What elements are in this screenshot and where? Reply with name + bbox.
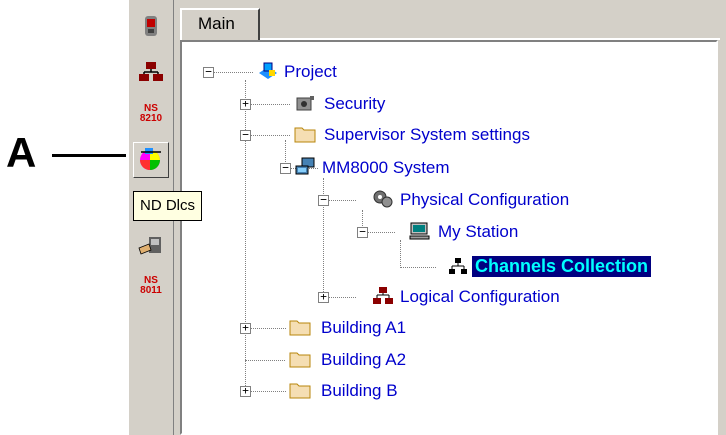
tree-node-physical[interactable]: Physical Configuration — [400, 188, 569, 212]
expander-mm8000[interactable]: − — [280, 162, 291, 174]
expander-project[interactable]: − — [203, 66, 214, 78]
toolbar-ns8210-button[interactable] — [133, 52, 169, 92]
tree-node-building-a2[interactable]: Building A2 — [321, 348, 406, 372]
tree-node-label: Security — [324, 94, 386, 113]
tree-line — [245, 360, 285, 361]
expander-my-station[interactable]: − — [357, 226, 368, 238]
network-icon — [373, 287, 393, 304]
tree-node-security[interactable]: Security — [324, 92, 385, 116]
security-icon — [296, 96, 314, 111]
toolbar-ns8210-label: NS 8210 — [139, 103, 163, 124]
toolbar-ns8011-label: NS 8011 — [140, 275, 162, 296]
folder-icon — [289, 320, 311, 336]
tree-node-label: My Station — [438, 222, 519, 241]
device-icon — [145, 16, 157, 36]
expander-logical[interactable]: + — [318, 291, 329, 303]
tree-line — [250, 135, 290, 136]
tree-node-mm8000[interactable]: MM8000 System — [322, 156, 450, 180]
tree-line — [367, 232, 395, 233]
tree-line — [328, 200, 356, 201]
tree-node-label: Building B — [321, 381, 398, 400]
tree-line — [250, 328, 286, 329]
toolbar-device-button[interactable] — [133, 8, 169, 44]
tree-node-label: MM8000 System — [322, 158, 450, 177]
hand-device-icon — [138, 237, 161, 255]
tree-line — [250, 391, 286, 392]
computer-network-icon — [295, 157, 315, 175]
callout-line — [52, 154, 126, 157]
tooltip: ND Dlcs — [133, 191, 202, 221]
toolbar-nd-dlcs-button[interactable] — [133, 142, 169, 178]
tree-node-building-b[interactable]: Building B — [321, 379, 398, 403]
expander-security[interactable]: + — [240, 98, 251, 110]
folder-icon — [294, 127, 316, 143]
expander-building-b[interactable]: + — [240, 385, 251, 397]
tree-node-label: Channels Collection — [472, 255, 652, 277]
tree-node-project[interactable]: Project — [284, 60, 337, 84]
tree-node-label: Supervisor System settings — [324, 125, 530, 144]
tree-node-logical[interactable]: Logical Configuration — [400, 285, 560, 309]
gear-icon — [373, 190, 393, 208]
nd-dlcs-icon — [140, 148, 161, 170]
tree-node-label: Building A1 — [321, 318, 407, 337]
folder-icon — [289, 352, 311, 368]
tree-node-label: Building A2 — [321, 350, 407, 369]
expander-building-a1[interactable]: + — [240, 322, 251, 334]
tree-line — [400, 240, 401, 268]
expander-physical[interactable]: − — [318, 194, 329, 206]
tree-node-label: Project — [284, 62, 337, 81]
folder-icon — [289, 383, 311, 399]
tree-node-my-station[interactable]: My Station — [438, 220, 518, 244]
tree-line — [250, 104, 290, 105]
channels-icon — [449, 258, 467, 274]
tree-line — [213, 72, 253, 73]
tree-node-label: Logical Configuration — [400, 287, 560, 306]
tree-node-channels-collection[interactable]: Channels Collection — [472, 254, 652, 278]
tree-line — [245, 80, 246, 390]
tab-main[interactable]: Main — [180, 8, 260, 40]
tree-line — [400, 267, 436, 268]
callout-letter: A — [6, 129, 37, 176]
network-icon — [139, 62, 163, 81]
tree-node-label: Physical Configuration — [400, 190, 570, 209]
computer-icon — [409, 222, 430, 240]
tree-line — [328, 297, 356, 298]
tree-node-building-a1[interactable]: Building A1 — [321, 316, 406, 340]
project-icon — [259, 62, 277, 79]
expander-supervisor[interactable]: − — [240, 129, 251, 141]
toolbar-ns8011-button[interactable] — [133, 228, 169, 264]
tree-node-supervisor[interactable]: Supervisor System settings — [324, 123, 530, 147]
